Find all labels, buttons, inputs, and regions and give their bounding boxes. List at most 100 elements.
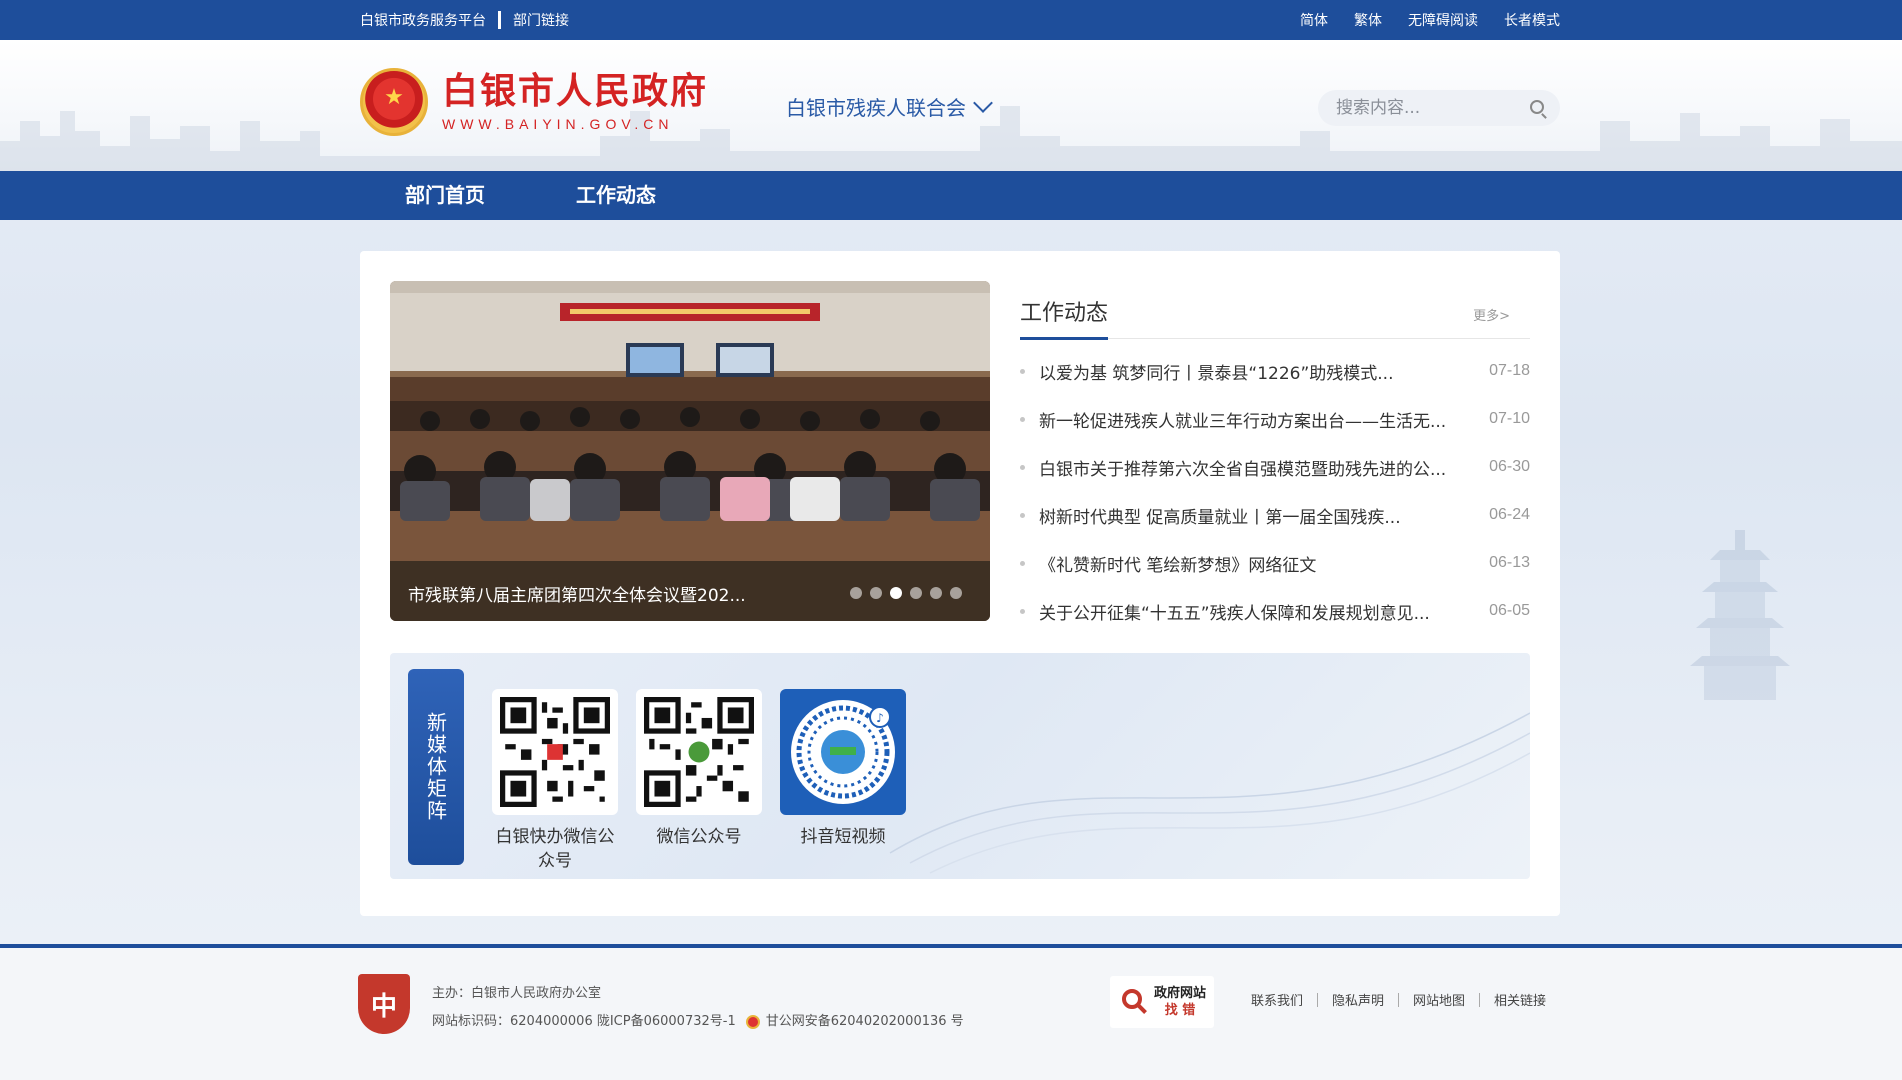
news-list-item[interactable]: 以爱为基 筑梦同行丨景泰县“1226”助残模式... 07-18	[1020, 347, 1530, 395]
news-item-title[interactable]: 白银市关于推荐第六次全省自强模范暨助残先进的公...	[1039, 455, 1479, 480]
find-error-button[interactable]: 政府网站 找 错	[1110, 976, 1214, 1028]
footer-site-code[interactable]: 网站标识码：6204000006 陇ICP备06000732号-1	[432, 1008, 736, 1036]
news-item-title[interactable]: 以爱为基 筑梦同行丨景泰县“1226”助残模式...	[1039, 359, 1479, 384]
main-nav: 部门首页 工作动态	[0, 171, 1902, 220]
news-list: 以爱为基 筑梦同行丨景泰县“1226”助残模式... 07-18 新一轮促进残疾…	[1020, 347, 1530, 635]
search-input[interactable]	[1336, 98, 1516, 118]
news-list-item[interactable]: 关于公开征集“十五五”残疾人保障和发展规划意见... 06-05	[1020, 587, 1530, 635]
carousel-dot[interactable]	[910, 587, 922, 599]
news-header: 工作动态 更多>	[1020, 281, 1530, 340]
qr-douyin-video[interactable]: ♪ 抖音短视频	[780, 689, 906, 849]
carousel-dot[interactable]	[850, 587, 862, 599]
qr-wechat-official[interactable]: 微信公众号	[636, 689, 762, 849]
bullet-icon	[1020, 464, 1025, 470]
footer-info: 主办：白银市人民政府办公室 网站标识码：6204000006 陇ICP备0600…	[432, 980, 964, 1036]
news-item-title[interactable]: 树新时代典型 促高质量就业丨第一届全国残疾...	[1039, 503, 1479, 528]
news-item-date: 06-13	[1489, 554, 1530, 571]
site-logo[interactable]: 白银市人民政府 WWW.BAIYIN.GOV.CN	[360, 68, 708, 136]
related-links-link[interactable]: 相关链接	[1480, 990, 1560, 1009]
find-error-line2: 找 错	[1164, 1003, 1196, 1018]
national-emblem-icon	[360, 68, 428, 136]
news-item-title[interactable]: 《礼赞新时代 笔绘新梦想》网络征文	[1039, 551, 1479, 576]
department-name: 白银市残疾人联合会	[786, 96, 966, 120]
site-header: 白银市人民政府 WWW.BAIYIN.GOV.CN 白银市残疾人联合会	[0, 40, 1902, 171]
carousel-dot[interactable]	[870, 587, 882, 599]
top-right-links: 简体 繁体 无障碍阅读 长者模式	[1300, 0, 1560, 40]
chevron-down-icon	[973, 92, 993, 113]
bullet-icon	[1020, 416, 1025, 422]
news-item-date: 06-30	[1489, 458, 1530, 475]
news-list-item[interactable]: 白银市关于推荐第六次全省自强模范暨助残先进的公... 06-30	[1020, 443, 1530, 491]
qr-code-icon	[492, 689, 618, 815]
party-gov-badge-icon[interactable]: 中	[358, 974, 410, 1034]
qr-label: 微信公众号	[656, 827, 742, 847]
carousel-caption-bar: 市残联第八届主席团第四次全体会议暨202...	[390, 561, 990, 621]
news-item-title[interactable]: 新一轮促进残疾人就业三年行动方案出台——生活无...	[1039, 407, 1479, 432]
nav-item-department-home[interactable]: 部门首页	[405, 171, 485, 220]
logo-text: 白银市人民政府 WWW.BAIYIN.GOV.CN	[442, 71, 709, 133]
qr-baiyin-kuaiban[interactable]: 白银快办微信公众号	[492, 689, 618, 873]
gov-service-platform-link[interactable]: 白银市政务服务平台	[360, 10, 486, 30]
qr-label: 抖音短视频	[800, 827, 886, 847]
department-links-link[interactable]: 部门链接	[513, 10, 569, 30]
footer-record-row: 网站标识码：6204000006 陇ICP备06000732号-1 甘公网安备6…	[432, 1008, 964, 1036]
carousel-dot-active[interactable]	[890, 587, 902, 599]
elder-mode-link[interactable]: 长者模式	[1504, 10, 1560, 30]
title-underline	[1020, 337, 1108, 340]
douyin-code-icon: ♪	[780, 689, 906, 815]
douyin-code-graphic: ♪	[791, 700, 895, 804]
accessibility-reading-link[interactable]: 无障碍阅读	[1408, 10, 1478, 30]
bullet-icon	[1020, 560, 1025, 566]
carousel-dot[interactable]	[930, 587, 942, 599]
news-list-item[interactable]: 树新时代典型 促高质量就业丨第一届全国残疾... 06-24	[1020, 491, 1530, 539]
sitemap-link[interactable]: 网站地图	[1399, 990, 1479, 1009]
site-title: 白银市人民政府	[442, 71, 709, 112]
contact-us-link[interactable]: 联系我们	[1237, 990, 1317, 1009]
news-section-title: 工作动态	[1020, 301, 1109, 326]
news-list-item[interactable]: 新一轮促进残疾人就业三年行动方案出台——生活无... 07-10	[1020, 395, 1530, 443]
qr-code-graphic	[644, 697, 754, 807]
news-item-title[interactable]: 关于公开征集“十五五”残疾人保障和发展规划意见...	[1039, 599, 1479, 624]
privacy-link[interactable]: 隐私声明	[1318, 990, 1398, 1009]
traditional-chinese-link[interactable]: 繁体	[1354, 10, 1382, 30]
bullet-icon	[1020, 368, 1025, 374]
news-item-date: 06-05	[1489, 602, 1530, 619]
svg-text:♪: ♪	[876, 711, 884, 725]
simplified-chinese-link[interactable]: 简体	[1300, 10, 1328, 30]
new-media-matrix: 新媒体矩阵 白银快办微信公众号 微信公众号 ♪ 抖音短视频	[390, 653, 1530, 879]
top-utility-bar: 白银市政务服务平台 部门链接 简体 繁体 无障碍阅读 长者模式	[0, 0, 1902, 40]
search-box	[1318, 90, 1560, 126]
news-item-date: 06-24	[1489, 506, 1530, 523]
top-utility-inner: 白银市政务服务平台 部门链接 简体 繁体 无障碍阅读 长者模式	[360, 0, 1560, 40]
work-news-section: 工作动态 更多> 以爱为基 筑梦同行丨景泰县“1226”助残模式... 07-1…	[1020, 281, 1530, 624]
bullet-icon	[1020, 608, 1025, 614]
qr-label: 白银快办微信公众号	[495, 827, 615, 871]
news-list-item[interactable]: 《礼赞新时代 笔绘新梦想》网络征文 06-13	[1020, 539, 1530, 587]
police-badge-icon	[745, 1015, 760, 1029]
news-more-link[interactable]: 更多>	[1473, 305, 1510, 324]
site-footer: 中 主办：白银市人民政府办公室 网站标识码：6204000006 陇ICP备06…	[0, 948, 1902, 1080]
news-item-date: 07-10	[1489, 410, 1530, 427]
news-carousel[interactable]: 市残联第八届主席团第四次全体会议暨202...	[390, 281, 990, 621]
search-icon[interactable]	[1530, 100, 1544, 114]
footer-police-record[interactable]: 甘公网安备62040202000136 号	[766, 1008, 964, 1036]
carousel-dots	[850, 587, 962, 599]
find-error-line1: 政府网站	[1154, 986, 1207, 1001]
main-panel: 市残联第八届主席团第四次全体会议暨202... 工作动态 更多> 以爱为基 筑梦…	[360, 251, 1560, 916]
find-error-text: 政府网站 找 错	[1154, 985, 1206, 1019]
pagoda-decoration	[1690, 530, 1790, 700]
magnifier-icon	[1118, 987, 1148, 1017]
department-selector[interactable]: 白银市残疾人联合会	[786, 92, 993, 121]
new-media-tab: 新媒体矩阵	[408, 669, 464, 865]
divider	[498, 11, 501, 29]
qr-code-graphic	[500, 697, 610, 807]
nav-item-work-news[interactable]: 工作动态	[576, 171, 656, 220]
news-item-date: 07-18	[1489, 362, 1530, 379]
footer-host: 主办：白银市人民政府办公室	[432, 986, 602, 1001]
site-url: WWW.BAIYIN.GOV.CN	[442, 116, 674, 132]
bullet-icon	[1020, 512, 1025, 518]
footer-links: 联系我们 隐私声明 网站地图 相关链接	[1237, 990, 1560, 1009]
qr-code-icon	[636, 689, 762, 815]
carousel-dot[interactable]	[950, 587, 962, 599]
carousel-caption[interactable]: 市残联第八届主席团第四次全体会议暨202...	[408, 581, 746, 606]
